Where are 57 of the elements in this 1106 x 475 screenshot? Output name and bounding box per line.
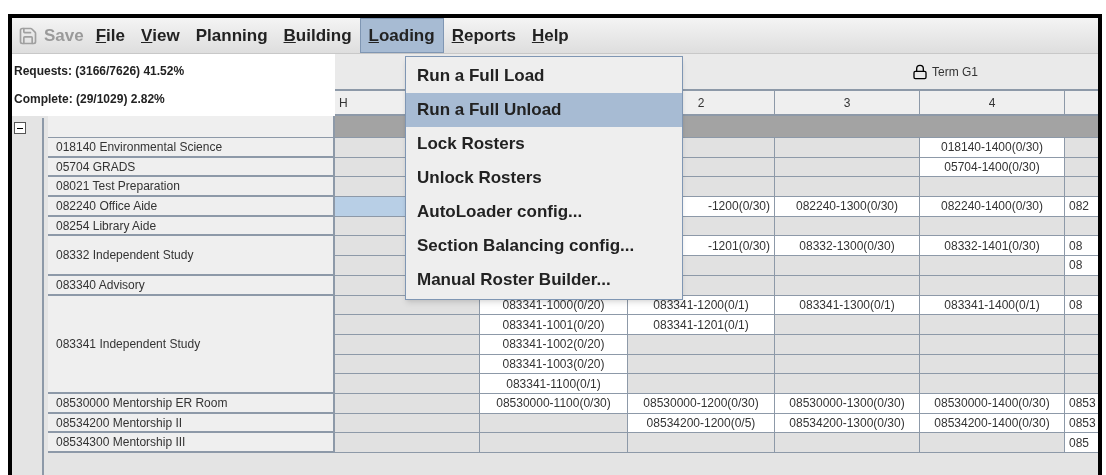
table-cell: 082240-1400(0/30) — [920, 197, 1065, 217]
column-header: 3 — [775, 91, 920, 116]
complete-status: Complete: (29/1029) 2.82% — [14, 91, 166, 108]
table-cell: 08534200-1200(0/5) — [628, 413, 775, 434]
dropdown-item[interactable]: Run a Full Unload — [406, 93, 682, 127]
dropdown-item[interactable]: Lock Rosters — [406, 127, 682, 161]
course-label[interactable]: 08530000 Mentorship ER Room — [48, 394, 335, 414]
course-label[interactable]: 083341 Independent Study — [48, 295, 335, 394]
table-cell: 083341-1003(0/20) — [480, 354, 628, 375]
table-cell: 08534200-1400(0/30) — [920, 413, 1065, 434]
table-cell: 08530000-1300(0/30) — [775, 394, 920, 414]
table-cell: 08 — [1065, 236, 1098, 257]
course-label[interactable]: 05704 GRADS — [48, 157, 335, 178]
course-label[interactable]: 08254 Library Aide — [48, 216, 335, 237]
menu-item[interactable]: File — [87, 18, 133, 53]
table-cell: 083341-1300(0/1) — [775, 295, 920, 316]
table-cell: 0853 — [1065, 413, 1098, 434]
table-cell: 08534200-1300(0/30) — [775, 413, 920, 434]
table-cell: 08530000-1200(0/30) — [628, 394, 775, 414]
table-cell: 083341-1002(0/20) — [480, 334, 628, 355]
menu-item[interactable]: Help — [523, 18, 577, 53]
menu-item[interactable]: Loading — [359, 18, 444, 53]
course-label[interactable]: 018140 Environmental Science — [48, 138, 335, 158]
table-cell: 05704-1400(0/30) — [920, 157, 1065, 178]
table-cell: 083341-1400(0/1) — [920, 295, 1065, 316]
table-cell: 083341-1001(0/20) — [480, 315, 628, 335]
course-label[interactable]: 08534200 Mentorship II — [48, 413, 335, 434]
table-cell: 083341-1201(0/1) — [628, 315, 775, 335]
dropdown-item[interactable]: Run a Full Load — [406, 59, 682, 93]
table-cell: 08332-1401(0/30) — [920, 236, 1065, 257]
table-cell: 083341-1100(0/1) — [480, 374, 628, 394]
dropdown-item[interactable]: Unlock Rosters — [406, 161, 682, 195]
menu-item[interactable]: View — [133, 18, 188, 53]
course-label[interactable]: 08534300 Mentorship III — [48, 433, 335, 454]
table-cell: 085 — [1065, 433, 1098, 454]
dropdown-item[interactable]: Manual Roster Builder... — [406, 263, 682, 297]
table-cell: 082240-1300(0/30) — [775, 197, 920, 217]
collapse-icon[interactable] — [14, 122, 26, 134]
table-cell: 08332-1300(0/30) — [775, 236, 920, 257]
course-label[interactable]: 082240 Office Aide — [48, 197, 335, 217]
menu-item[interactable]: Reports — [443, 18, 524, 53]
course-label[interactable]: 08021 Test Preparation — [48, 177, 335, 198]
requests-status: Requests: (3166/7626) 41.52% — [14, 63, 186, 80]
table-cell: 082 — [1065, 197, 1098, 217]
term-label: Term G1 — [932, 63, 978, 81]
table-cell: 08 — [1065, 256, 1098, 276]
column-header: 4 — [920, 91, 1065, 116]
table-cell: 08 — [1065, 295, 1098, 316]
table-cell: 0853 — [1065, 394, 1098, 414]
course-label[interactable]: 083340 Advisory — [48, 275, 335, 296]
course-label[interactable]: 08332 Independent Study — [48, 236, 335, 276]
table-cell: 018140-1400(0/30) — [920, 138, 1065, 158]
table-cell: 08530000-1100(0/30) — [480, 394, 628, 414]
menu-item[interactable]: Planning — [187, 18, 276, 53]
table-cell: 08530000-1400(0/30) — [920, 394, 1065, 414]
lock-icon[interactable] — [912, 63, 928, 80]
menu-item[interactable]: Building — [275, 18, 360, 53]
